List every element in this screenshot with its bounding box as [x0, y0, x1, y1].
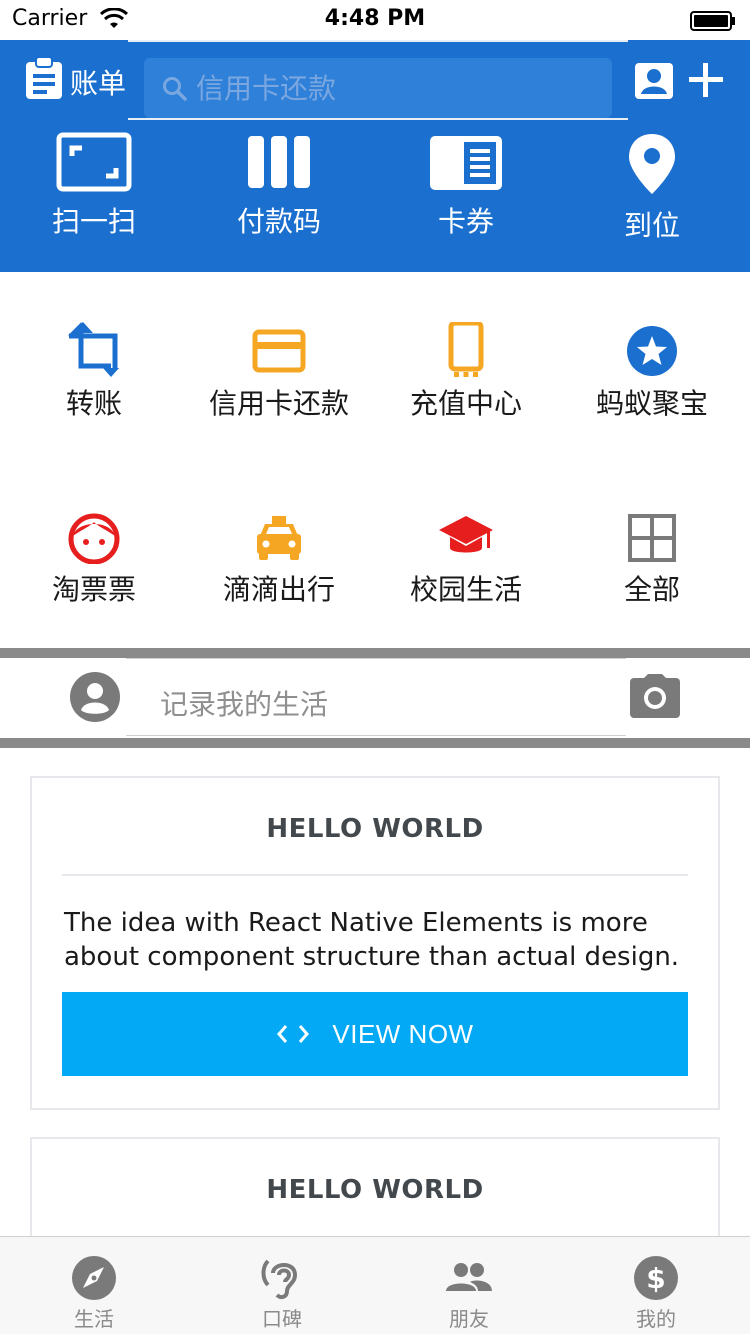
record-life-input[interactable]	[160, 684, 580, 724]
taxi-icon	[257, 516, 301, 560]
tab-mine[interactable]: $ 我的	[562, 1237, 750, 1334]
service-recharge[interactable]: 充值中心	[372, 322, 560, 422]
phone-icon	[448, 322, 484, 377]
clipboard-icon[interactable]	[24, 56, 64, 100]
tab-label: 我的	[636, 1307, 676, 1331]
camera-icon[interactable]	[630, 674, 680, 718]
service-ant-fortune[interactable]: 蚂蚁聚宝	[558, 322, 746, 422]
view-now-label: VIEW NOW	[332, 1018, 474, 1049]
star-icon	[627, 326, 677, 376]
card-title: HELLO WORLD	[266, 814, 484, 844]
barcode-icon	[248, 136, 310, 188]
service-all[interactable]: 全部	[558, 512, 746, 608]
quick-action-label: 扫一扫	[51, 205, 136, 238]
tab-friends[interactable]: 朋友	[375, 1237, 563, 1334]
service-didi[interactable]: 滴滴出行	[185, 512, 373, 608]
plus-icon[interactable]	[688, 62, 724, 98]
card-body-text: The idea with React Native Elements is m…	[64, 908, 680, 972]
tab-bar: 生活 口碑 朋友 $ 我的	[0, 1236, 750, 1334]
service-label: 滴滴出行	[222, 573, 335, 606]
view-now-button[interactable]: VIEW NOW	[62, 992, 688, 1076]
face-icon	[68, 513, 120, 564]
quick-action-label: 到位	[623, 209, 680, 242]
tab-label: 口碑	[262, 1307, 302, 1331]
quick-action-label: 卡券	[437, 205, 494, 238]
service-campus[interactable]: 校园生活	[372, 512, 560, 608]
location-pin-icon	[629, 134, 675, 194]
hearing-icon	[261, 1259, 298, 1300]
tab-life[interactable]: 生活	[0, 1237, 188, 1334]
service-transfer[interactable]: 转账	[0, 322, 188, 422]
app-screen: Carrier 4:48 PM 账单 信用卡还款 扫一扫 付款码 卡券 到位 转…	[0, 0, 750, 1334]
section-divider	[0, 648, 750, 658]
quick-action-paycode[interactable]: 付款码	[185, 132, 373, 242]
quick-action-arrival[interactable]: 到位	[558, 132, 746, 242]
dollar-icon: $	[634, 1256, 678, 1300]
service-label: 转账	[65, 387, 122, 420]
card-voucher-icon	[430, 136, 502, 190]
grid-icon	[628, 514, 676, 562]
status-divider	[128, 40, 628, 42]
search-box[interactable]	[144, 58, 612, 118]
svg-text:$: $	[646, 1262, 665, 1295]
service-label: 全部	[623, 573, 680, 606]
service-credit-card[interactable]: 信用卡还款	[185, 322, 373, 422]
scan-icon	[56, 132, 132, 192]
quick-action-label: 付款码	[236, 205, 321, 238]
quick-action-scan[interactable]: 扫一扫	[0, 132, 188, 242]
transfer-icon	[67, 322, 119, 377]
tab-label: 生活	[74, 1307, 114, 1331]
header: Carrier 4:48 PM 账单 信用卡还款 扫一扫 付款码 卡券 到位	[0, 0, 750, 272]
service-tickets[interactable]: 淘票票	[0, 512, 188, 608]
credit-card-icon	[252, 329, 306, 373]
search-input[interactable]	[196, 68, 596, 108]
contact-icon[interactable]	[634, 62, 674, 100]
service-label: 蚂蚁聚宝	[595, 387, 708, 420]
quick-action-vouchers[interactable]: 卡券	[372, 132, 560, 242]
avatar-icon[interactable]	[70, 672, 120, 722]
service-label: 淘票票	[51, 573, 136, 606]
bill-label[interactable]: 账单	[70, 62, 126, 102]
search-icon	[163, 77, 187, 101]
service-label: 充值中心	[409, 387, 522, 420]
search-underline	[128, 118, 628, 120]
service-label: 信用卡还款	[208, 387, 349, 420]
card: HELLO WORLD The idea with React Native E…	[30, 776, 720, 1110]
clock: 4:48 PM	[324, 6, 426, 31]
record-input-bottom-border	[126, 735, 626, 736]
service-label: 校园生活	[409, 573, 522, 606]
people-icon	[446, 1263, 492, 1291]
compass-icon	[72, 1256, 116, 1300]
tab-koubei[interactable]: 口碑	[188, 1237, 376, 1334]
code-icon	[277, 1025, 310, 1043]
battery-icon	[690, 11, 735, 31]
tab-label: 朋友	[449, 1307, 489, 1331]
card-divider	[62, 874, 688, 876]
graduation-cap-icon	[439, 516, 493, 553]
status-bar: Carrier 4:48 PM	[0, 0, 750, 40]
section-divider	[0, 738, 750, 748]
record-input-top-border	[126, 658, 626, 659]
card-title: HELLO WORLD	[266, 1175, 484, 1205]
